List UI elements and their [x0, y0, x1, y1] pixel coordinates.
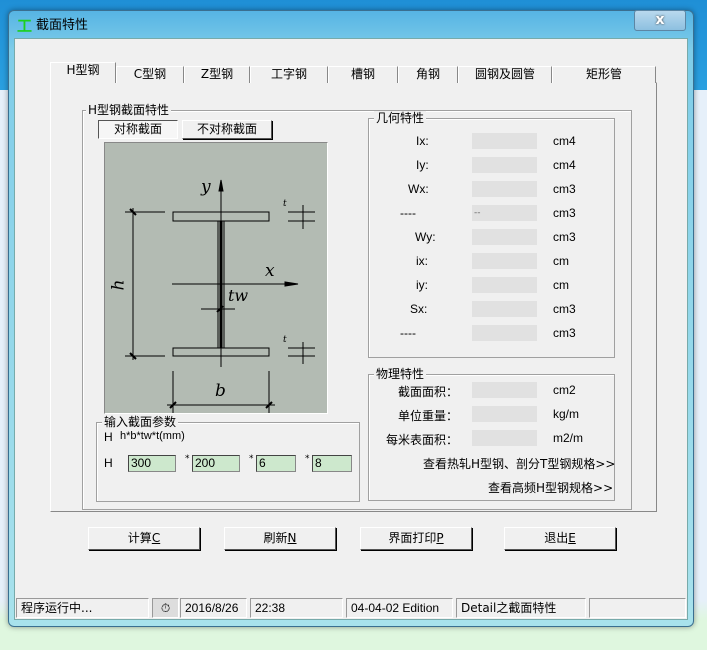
status-date: 2016/8/26 [180, 598, 247, 618]
physical-value [472, 406, 537, 422]
separator: * [305, 454, 310, 464]
x-label: x [265, 261, 275, 281]
tab-channel[interactable]: 槽钢 [328, 66, 398, 83]
high-freq-spec-link[interactable]: 查看高频H型钢规格>> [488, 479, 613, 496]
calculate-button[interactable]: 计算C [88, 527, 200, 550]
geometry-unit: cm [553, 254, 569, 268]
geometry-unit: cm3 [553, 302, 576, 316]
geometry-label: Wy: [415, 230, 436, 244]
t-input[interactable]: 8 [312, 455, 352, 472]
t-label: t [283, 335, 287, 345]
section-group-title: H型钢截面特性 [86, 103, 172, 117]
symmetric-button[interactable]: 对称截面 [98, 120, 178, 139]
geometry-unit: cm4 [553, 158, 576, 172]
geometry-label: Sx: [410, 302, 428, 316]
physical-group-title: 物理特性 [374, 367, 427, 381]
window-title: 截面特性 [36, 18, 89, 33]
separator: * [249, 454, 254, 464]
geometry-unit: cm3 [553, 230, 576, 244]
geometry-value [472, 229, 537, 245]
shortcut-key: N [287, 531, 297, 545]
geometry-label: ---- [400, 326, 416, 340]
status-empty [589, 598, 686, 618]
button-label: 界面打印 [388, 531, 437, 545]
geometry-value [472, 277, 537, 293]
geometry-value [472, 301, 537, 317]
y-label: y [201, 177, 211, 197]
tab-angle[interactable]: 角钢 [398, 66, 458, 83]
geometry-value [472, 253, 537, 269]
status-state: 程序运行中... [16, 598, 149, 618]
geometry-unit: cm4 [553, 134, 576, 148]
b-input[interactable]: 200 [192, 455, 240, 472]
row-prefix: H [104, 456, 113, 470]
tab-z-steel[interactable]: Z型钢 [184, 66, 250, 83]
geometry-value [472, 157, 537, 173]
status-module: Detail之截面特性 [456, 598, 586, 618]
section-diagram: y x tw h b t t [104, 142, 328, 414]
tab-i-beam[interactable]: 工字钢 [250, 66, 328, 83]
h-input[interactable]: 300 [128, 455, 176, 472]
physical-label: 单位重量： [397, 409, 458, 423]
tw-label: tw [228, 286, 249, 305]
physical-unit: kg/m [553, 407, 580, 421]
geometry-value [472, 133, 537, 149]
button-label: 退出 [544, 531, 569, 545]
tab-rect-tube[interactable]: 矩形管 [552, 66, 656, 83]
format-prefix: H [104, 430, 113, 444]
geometry-value [472, 181, 537, 197]
t-label: t [283, 199, 287, 209]
physical-unit: m2/m [553, 431, 583, 445]
geometry-label: ---- [400, 206, 416, 220]
button-label: 刷新 [263, 531, 288, 545]
i-beam-icon: 工 [17, 17, 33, 35]
timer-icon: ⏱ [152, 598, 179, 618]
geometry-label: ix: [416, 254, 428, 268]
refresh-button[interactable]: 刷新N [224, 527, 336, 550]
h-label: h [108, 279, 129, 291]
format-hint: h*b*tw*t(mm) [120, 430, 185, 442]
shortcut-key: C [151, 531, 161, 545]
tab-round[interactable]: 圆钢及圆管 [458, 66, 552, 83]
shortcut-key: E [568, 531, 576, 545]
geometry-unit: cm3 [553, 182, 576, 196]
physical-label: 截面面积： [397, 385, 458, 399]
button-label: 计算 [127, 531, 152, 545]
geometry-value: -- [472, 205, 537, 221]
physical-value [472, 430, 537, 446]
physical-unit: cm2 [553, 383, 576, 397]
geometry-unit: cm [553, 278, 569, 292]
status-time: 22:38 [250, 598, 343, 618]
geometry-label: Wx: [408, 182, 429, 196]
geometry-unit: cm3 [553, 206, 576, 220]
physical-value [472, 382, 537, 398]
geometry-label: Ix: [416, 134, 429, 148]
geometry-unit: cm3 [553, 326, 576, 340]
tw-input[interactable]: 6 [256, 455, 296, 472]
geometry-value [472, 325, 537, 341]
close-button[interactable]: x [634, 10, 686, 31]
tab-c-steel[interactable]: C型钢 [116, 66, 184, 83]
separator: * [185, 454, 190, 464]
exit-button[interactable]: 退出E [504, 527, 616, 550]
b-label: b [215, 381, 226, 401]
hot-rolled-spec-link[interactable]: 查看热轧H型钢、剖分T型钢规格>> [423, 455, 615, 472]
geometry-label: iy: [416, 278, 428, 292]
status-edition: 04-04-02 Edition [346, 598, 453, 618]
shortcut-key: P [436, 531, 444, 545]
geometry-label: Iy: [416, 158, 429, 172]
physical-label: 每米表面积： [385, 433, 458, 447]
print-button[interactable]: 界面打印P [360, 527, 472, 550]
geometry-group-title: 几何特性 [374, 111, 427, 125]
tab-h-steel[interactable]: H型钢 [50, 62, 116, 83]
asymmetric-button[interactable]: 不对称截面 [182, 120, 272, 139]
input-group-title: 输入截面参数 [102, 415, 179, 429]
